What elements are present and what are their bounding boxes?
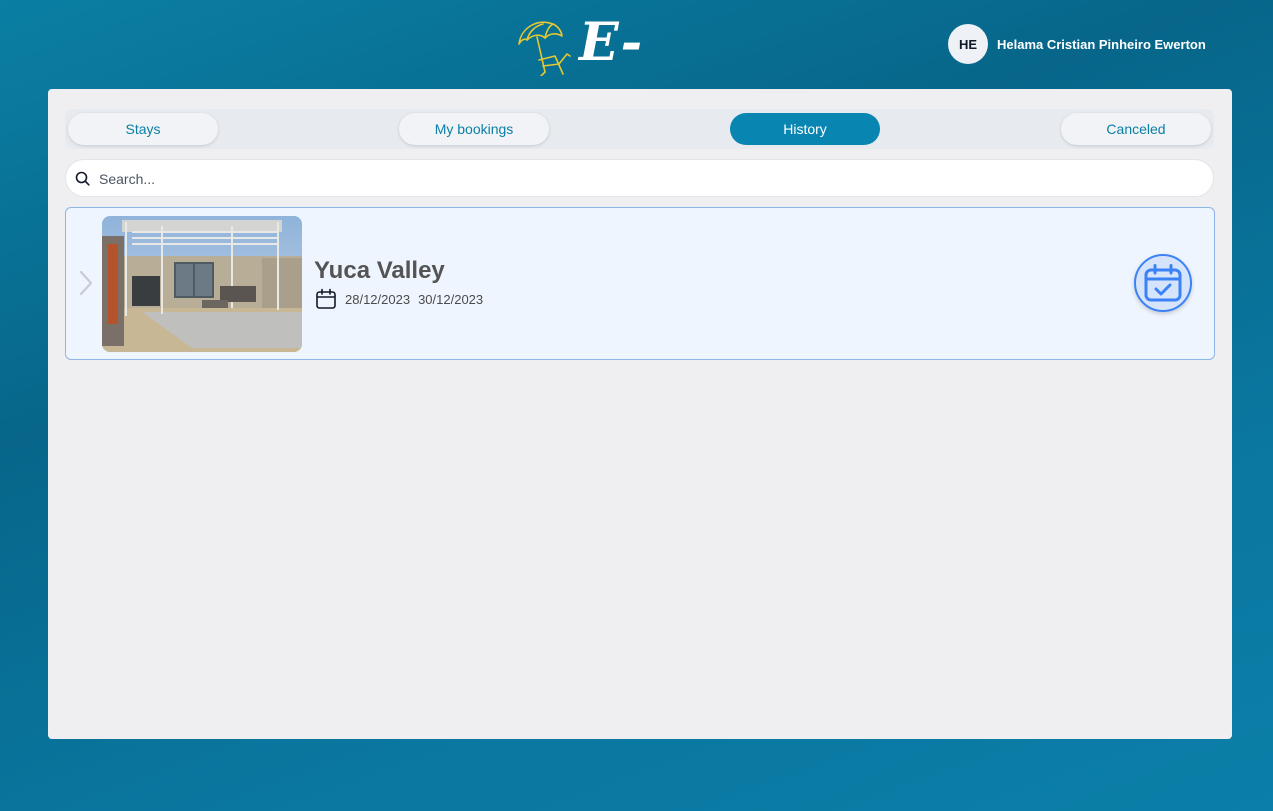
user-menu[interactable]: HE Helama Cristian Pinheiro Ewerton — [948, 24, 1206, 64]
booking-card[interactable]: Yuca Valley 28/12/2023 30/12/2023 — [65, 207, 1215, 360]
tab-my-bookings[interactable]: My bookings — [399, 113, 549, 145]
tab-history[interactable]: History — [730, 113, 880, 145]
booking-status-button[interactable] — [1134, 254, 1192, 312]
tab-stays[interactable]: Stays — [68, 113, 218, 145]
search-icon — [75, 171, 90, 186]
check-out-date: 30/12/2023 — [418, 291, 484, 307]
main-panel: Stays My bookings History Canceled Searc… — [48, 89, 1232, 739]
chevron-right-icon[interactable] — [78, 270, 94, 296]
calendar-icon — [316, 288, 336, 309]
calendar-check-icon — [1144, 264, 1182, 302]
user-name: Helama Cristian Pinheiro Ewerton — [997, 36, 1206, 52]
tab-bar: Stays My bookings History Canceled — [65, 109, 1214, 149]
header: E-booking HE Helama Cristian Pinheiro Ew… — [0, 0, 1273, 143]
booking-title: Yuca Valley — [314, 257, 445, 284]
search-bar — [65, 159, 1214, 197]
property-photo[interactable] — [102, 216, 302, 352]
check-in-date: 28/12/2023 — [345, 291, 411, 307]
search-input[interactable] — [97, 168, 1201, 190]
beach-umbrella-chair-icon — [518, 21, 571, 76]
tab-canceled[interactable]: Canceled — [1061, 113, 1211, 145]
booking-dates: 28/12/2023 30/12/2023 — [315, 288, 491, 310]
app-logo[interactable]: E-booking — [515, 6, 821, 143]
avatar[interactable]: HE — [948, 24, 988, 64]
